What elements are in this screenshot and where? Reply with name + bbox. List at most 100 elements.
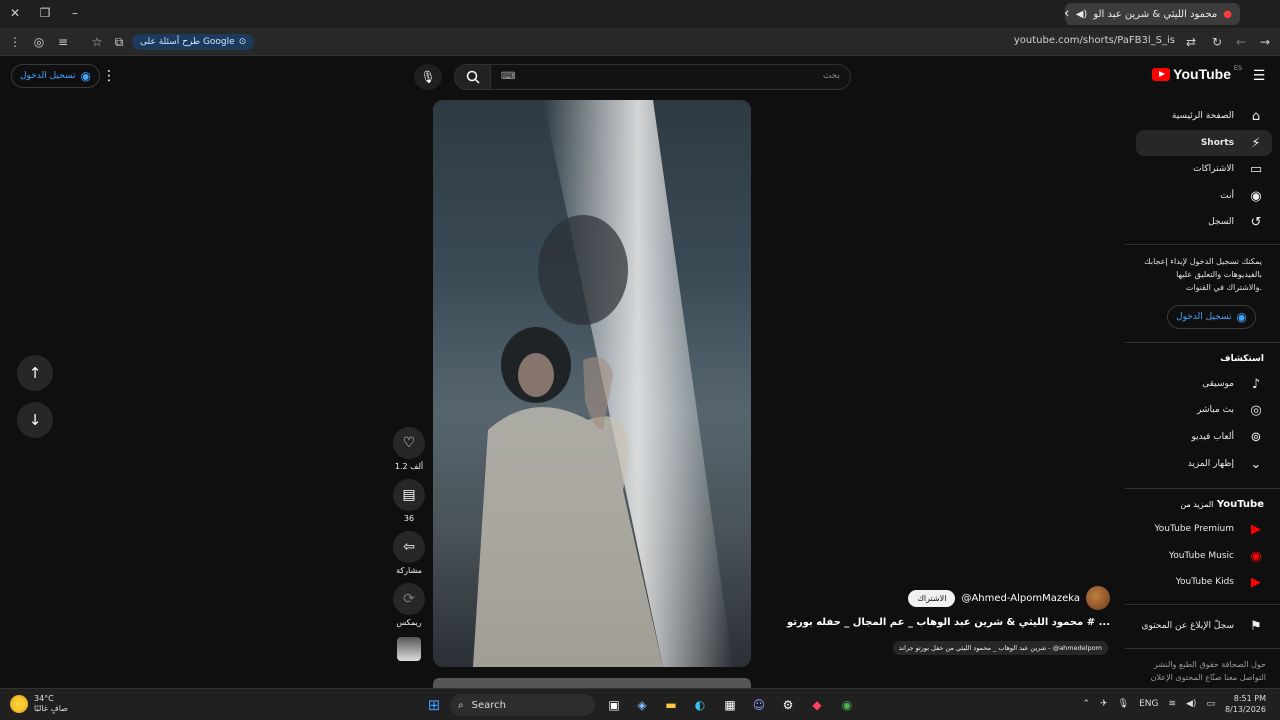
active-tab[interactable]: ✕ ◀) محمود الليثي & شرين عبد الو ● [1065, 3, 1240, 25]
network-icon[interactable]: ✈ [1100, 699, 1108, 709]
short-title[interactable]: محمود الليثي & شرين عبد الوهاب _ عم المج… [787, 617, 1110, 628]
music-icon: ♪ [1251, 376, 1261, 392]
store-icon[interactable]: ▦ [720, 695, 740, 715]
footer-links-2[interactable]: التواصل معنا صنّاع المحتوى الإعلان [1146, 671, 1266, 684]
sidebar-item-label: أنت [1220, 191, 1234, 201]
sidebar-item-report-history[interactable]: سجلّ الإبلاغ عن المحتوى ⚑ [1136, 613, 1272, 639]
forward-icon[interactable]: ← [1234, 35, 1248, 49]
video-frame [473, 100, 733, 667]
sidebar-item-youtube-kids[interactable]: YouTube Kids ▶ [1136, 569, 1272, 595]
tab-audio-icon[interactable]: ◀) [1076, 9, 1088, 20]
remix-button[interactable]: ⟳ [393, 583, 425, 615]
sidebar-item-label: إظهار المزيد [1187, 459, 1234, 469]
short-video-player[interactable] [433, 100, 751, 667]
sidebar-item-subscriptions[interactable]: الاشتراكات ▭ [1136, 156, 1272, 182]
more-from-youtube-heading: المزيد من YouTube [1180, 499, 1264, 510]
sidebar-divider [1125, 648, 1280, 649]
reading-list-icon[interactable]: ≡ [56, 35, 70, 49]
settings-menu-icon[interactable]: ⋮ [102, 68, 116, 84]
browser-menu-icon[interactable]: ⋮ [8, 35, 22, 49]
sidebar-item-show-more[interactable]: إظهار المزيد ⌄ [1136, 451, 1272, 477]
youtube-kids-icon: ▶ [1251, 574, 1261, 590]
sidebar-item-youtube-premium[interactable]: YouTube Premium ▶ [1136, 516, 1272, 542]
search-button[interactable] [454, 64, 492, 90]
sidebar-divider [1125, 488, 1280, 489]
share-button[interactable]: ⇦ [393, 531, 425, 563]
chrome-icon[interactable]: ◉ [837, 695, 857, 715]
channel-avatar[interactable] [1086, 586, 1110, 610]
sidebar-item-label: YouTube Music [1168, 551, 1234, 561]
microphone-icon[interactable]: 🎙 [1118, 699, 1129, 709]
minimize-window-icon[interactable]: – [68, 6, 82, 20]
sidebar-item-youtube-music[interactable]: YouTube Music ◉ [1136, 543, 1272, 569]
keyboard-icon[interactable]: ⌨ [501, 71, 515, 82]
sidebar-item-label: موسيقى [1202, 379, 1234, 389]
sidebar-item-label: YouTube Kids [1175, 577, 1234, 587]
home-icon: ⌂ [1251, 108, 1261, 124]
app-icon[interactable]: ⚙ [778, 695, 798, 715]
sidebar-item-label: الاشتراكات [1193, 164, 1234, 174]
profile-icon[interactable]: ◎ [32, 35, 46, 49]
sign-in-button[interactable]: تسجيل الدخول ◉ [11, 64, 100, 88]
tab-close-icon[interactable]: ✕ [1065, 9, 1070, 20]
widgets-icon[interactable]: ◈ [632, 695, 652, 715]
install-app-icon[interactable]: ⧉ [112, 35, 126, 49]
sound-thumbnail[interactable] [397, 637, 421, 661]
task-view-icon[interactable]: ▣ [604, 695, 624, 715]
arrow-down-icon: ↓ [28, 411, 42, 429]
ask-google-button[interactable]: طرح أسئلة على Google ⊙ [132, 34, 255, 50]
address-bar[interactable]: youtube.com/shorts/PaFB3l_S_is [1014, 35, 1175, 46]
pocket-icon[interactable]: ◆ [807, 695, 827, 715]
reload-icon[interactable]: ↻ [1210, 35, 1224, 49]
sun-icon [10, 695, 28, 713]
guide-menu-icon[interactable]: ☰ [1252, 68, 1266, 84]
wifi-icon[interactable]: ≋ [1168, 699, 1176, 709]
volume-icon[interactable]: ◀) [1186, 699, 1196, 709]
comments-button[interactable]: ▤ [393, 479, 425, 511]
weather-widget[interactable]: 34°C صافٍ غالبًا [10, 694, 68, 714]
sidebar-item-you[interactable]: أنت ◉ [1136, 183, 1272, 209]
next-short-preview[interactable] [433, 678, 751, 688]
edge-browser-icon[interactable]: ◐ [690, 695, 710, 715]
sidebar-item-home[interactable]: الصفحة الرئيسية ⌂ [1136, 103, 1272, 129]
search-input[interactable]: ⌨ بحث [490, 64, 851, 90]
close-window-icon[interactable]: ✕ [8, 6, 22, 20]
guide-sidebar: الصفحة الرئيسية ⌂ Shorts ⚡ الاشتراكات ▭ … [1125, 96, 1280, 688]
sidebar-divider [1125, 342, 1280, 343]
browser-tab-strip: ✕ ❐ – + ✕ ◀) محمود الليثي & شرين عبد الو… [0, 0, 1280, 28]
previous-short-button[interactable]: ↑ [17, 355, 53, 391]
clock[interactable]: 8:51 PM 8/13/2026 [1225, 693, 1266, 715]
next-short-button[interactable]: ↓ [17, 402, 53, 438]
voice-search-button[interactable]: 🎙 [414, 64, 442, 90]
subscriptions-icon: ▭ [1249, 161, 1263, 177]
battery-icon[interactable]: ▭ [1206, 699, 1215, 709]
shorts-icon: ⚡ [1251, 135, 1261, 151]
footer-links-1[interactable]: حول الصحافة حقوق الطبع والنشر [1146, 658, 1266, 671]
history-icon: ↺ [1250, 214, 1262, 230]
taskbar-search[interactable]: ⌕ Search [450, 694, 595, 716]
start-windows-icon[interactable]: ⊞ [424, 695, 444, 715]
sidebar-item-shorts[interactable]: Shorts ⚡ [1136, 130, 1272, 156]
share-label: مشاركة [396, 566, 422, 575]
system-tray: ⌃ ✈ 🎙 ENG ≋ ◀) ▭ 8:51 PM 8/13/2026 [1083, 693, 1266, 715]
logo-text: YouTube [1173, 66, 1231, 82]
sidebar-item-live[interactable]: بث مباشر ◎ [1136, 397, 1272, 423]
channel-name[interactable]: @Ahmed-AlpomMazeka [961, 593, 1080, 604]
like-button[interactable]: ♡ [393, 427, 425, 459]
file-explorer-icon[interactable]: ▬ [661, 695, 681, 715]
subscribe-button[interactable]: الاشتراك [908, 589, 956, 607]
restore-window-icon[interactable]: ❐ [38, 6, 52, 20]
back-icon[interactable]: → [1258, 35, 1272, 49]
youtube-logo[interactable]: YouTube ES [1152, 66, 1242, 82]
language-indicator[interactable]: ENG [1139, 699, 1158, 709]
discord-icon[interactable]: ☺ [749, 695, 769, 715]
sidebar-item-history[interactable]: السجل ↺ [1136, 209, 1272, 235]
tray-overflow-icon[interactable]: ⌃ [1083, 699, 1091, 709]
sidebar-sign-in-button[interactable]: تسجيل الدخول ◉ [1167, 305, 1256, 329]
site-settings-icon[interactable]: ⇄ [1184, 35, 1198, 49]
sidebar-item-music[interactable]: موسيقى ♪ [1136, 371, 1272, 397]
bookmark-star-icon[interactable]: ☆ [90, 35, 104, 49]
sidebar-item-gaming[interactable]: ألعاب فيديو ⊚ [1136, 424, 1272, 450]
short-suggested-chip[interactable]: شرين عبد الوهاب _ محمود الليثي من حفل بو… [892, 641, 1108, 655]
sidebar-item-label: YouTube Premium [1154, 524, 1234, 534]
